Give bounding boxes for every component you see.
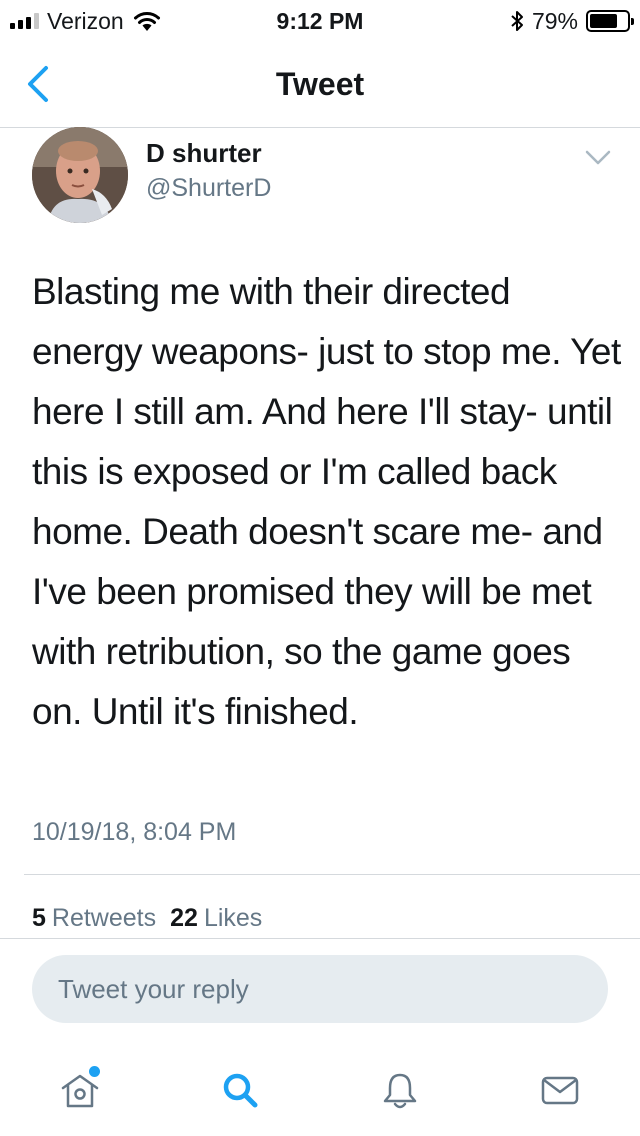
tweet-timestamp: 10/19/18, 8:04 PM	[32, 818, 237, 846]
avatar[interactable]	[32, 127, 128, 223]
nav-bar: Tweet	[0, 40, 640, 128]
divider	[24, 874, 640, 875]
status-bar: Verizon 9:12 PM 79%	[0, 0, 640, 40]
battery-percent: 79%	[531, 7, 578, 34]
tab-bar	[0, 1040, 640, 1136]
chevron-down-icon	[585, 150, 611, 165]
page-title: Tweet	[275, 66, 365, 102]
author-handle[interactable]: @ShurterD	[146, 173, 271, 203]
tab-search[interactable]	[212, 1062, 268, 1118]
likes-count[interactable]: 22	[170, 902, 198, 934]
battery-group: 79%	[510, 6, 634, 36]
battery-icon	[586, 10, 634, 32]
more-options-button[interactable]	[582, 146, 614, 170]
bell-icon	[383, 1073, 417, 1109]
retweets-label[interactable]: Retweets	[52, 902, 156, 934]
author-name[interactable]: D shurter	[146, 138, 262, 168]
mail-icon	[541, 1076, 579, 1105]
reply-box[interactable]	[32, 955, 608, 1023]
tweet-stats: 5 Retweets 22 Likes	[32, 902, 270, 934]
avatar-photo	[32, 127, 128, 223]
retweets-count[interactable]: 5	[32, 902, 46, 934]
likes-label[interactable]: Likes	[204, 902, 262, 934]
reply-input[interactable]	[32, 955, 608, 1023]
tab-messages[interactable]	[532, 1062, 588, 1118]
search-icon	[223, 1073, 258, 1108]
tweet-text: Blasting me with their directed energy w…	[32, 271, 621, 732]
notification-dot	[89, 1066, 100, 1077]
tab-home[interactable]	[52, 1062, 108, 1118]
divider	[0, 938, 640, 939]
tab-notifications[interactable]	[372, 1062, 428, 1118]
bluetooth-icon	[511, 11, 523, 31]
